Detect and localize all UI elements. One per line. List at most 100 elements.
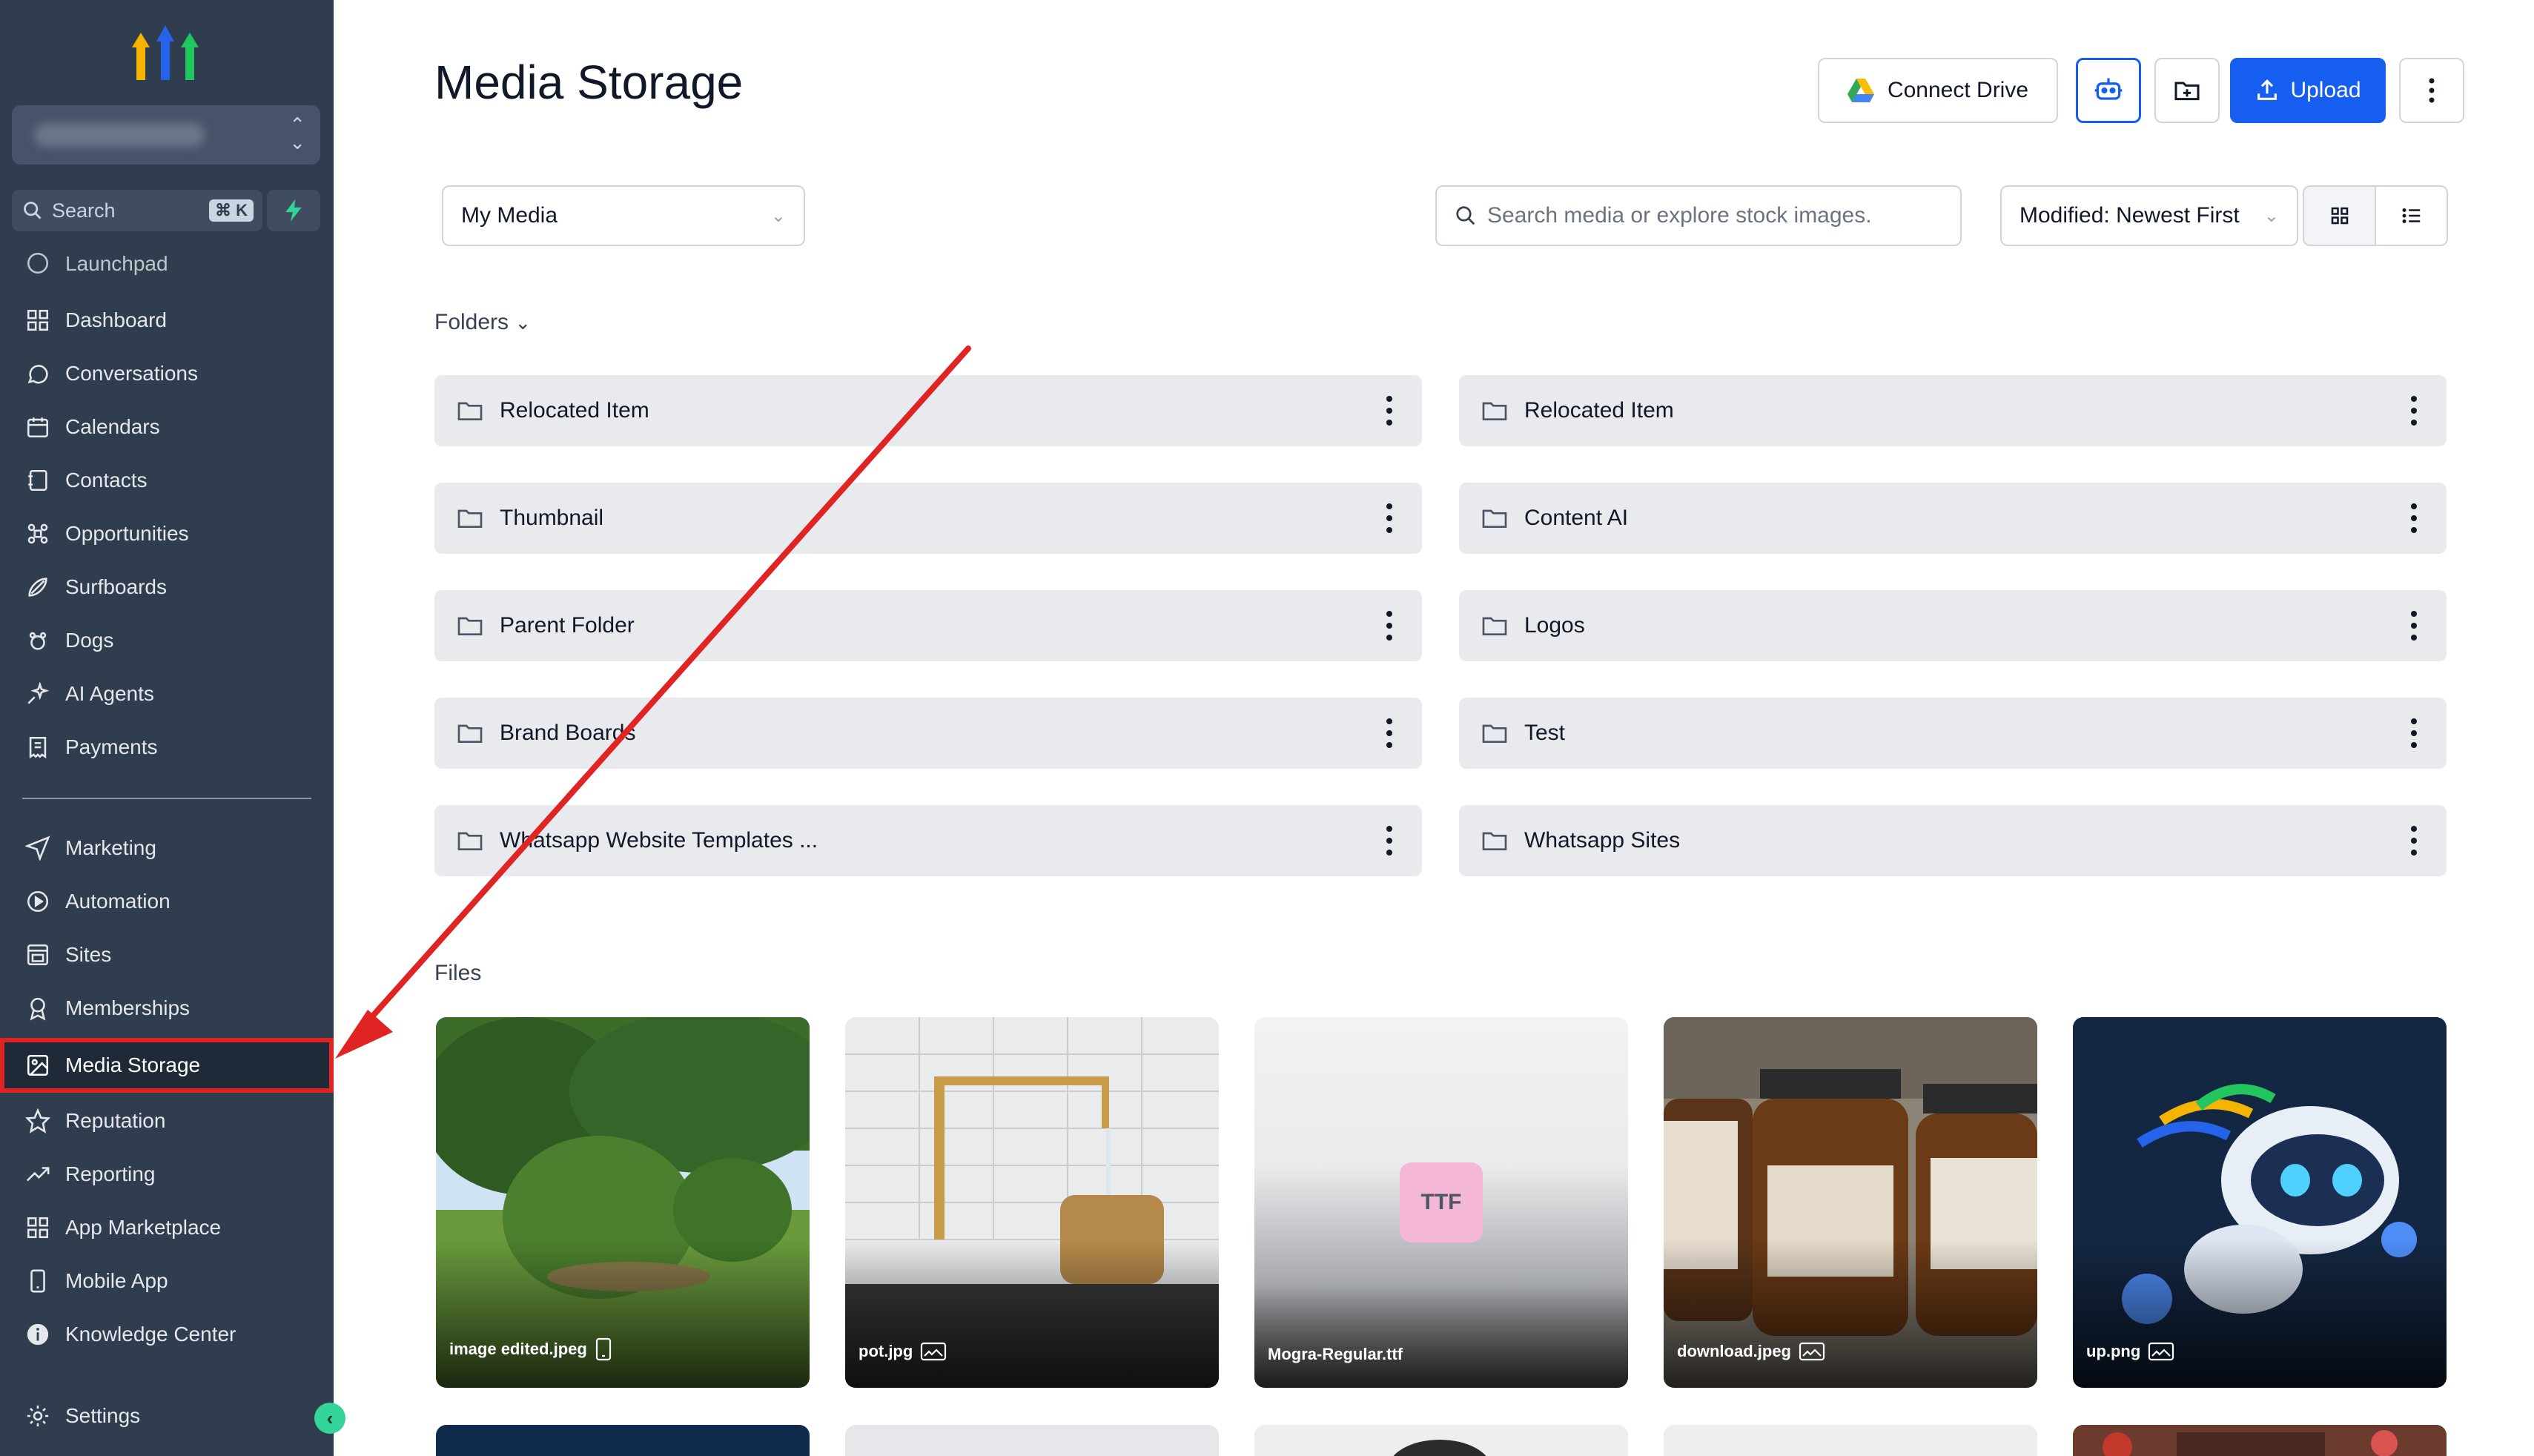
file-card[interactable]: up.png — [2073, 1017, 2447, 1388]
folder-icon — [457, 832, 483, 850]
calendar-icon — [27, 417, 49, 438]
sparkle-icon — [27, 681, 50, 704]
list-view-button[interactable] — [2376, 187, 2447, 245]
folder-name: Content AI — [1524, 506, 1629, 530]
sidebar-item-memberships[interactable]: Memberships — [0, 982, 334, 1035]
kebab-menu-icon[interactable] — [1385, 500, 1394, 536]
kebab-menu-icon[interactable] — [1385, 823, 1394, 858]
folder-item[interactable]: Relocated Item — [1459, 375, 2447, 446]
file-name-text: pot.jpg — [859, 1342, 913, 1360]
file-card[interactable]: image edited.jpeg — [436, 1017, 810, 1388]
sidebar-item-dogs[interactable]: Dogs — [0, 614, 334, 667]
sidebar-item-ai-agents[interactable]: AI Agents — [0, 667, 334, 721]
grid-view-button[interactable] — [2304, 187, 2376, 245]
file-card-partial[interactable] — [436, 1425, 810, 1456]
kebab-menu-icon[interactable] — [1385, 393, 1394, 428]
folders-toggle[interactable]: Folders ⌄ — [434, 310, 531, 335]
kebab-menu-icon[interactable] — [2409, 393, 2418, 428]
sidebar-item-opportunities[interactable]: Opportunities — [0, 507, 334, 560]
folder-item[interactable]: Test — [1459, 698, 2447, 769]
sidebar-item-knowledge-center[interactable]: Knowledge Center — [0, 1308, 334, 1361]
page-title: Media Storage — [434, 56, 744, 109]
folder-item[interactable]: Logos — [1459, 590, 2447, 661]
sidebar-item-reputation[interactable]: Reputation — [0, 1094, 334, 1148]
folder-item[interactable]: Thumbnail — [434, 483, 1422, 554]
file-card[interactable]: pot.jpg — [845, 1017, 1219, 1388]
sidebar-item-label: Marketing — [65, 836, 156, 859]
sidebar-item-automation[interactable]: Automation — [0, 875, 334, 928]
folder-item[interactable]: Parent Folder — [434, 590, 1422, 661]
kebab-menu-icon[interactable] — [2409, 823, 2418, 858]
folder-item[interactable]: Whatsapp Website Templates ... — [434, 805, 1422, 876]
folder-item[interactable]: Whatsapp Sites — [1459, 805, 2447, 876]
sidebar-item-payments[interactable]: Payments — [0, 721, 334, 774]
phone-icon — [30, 1269, 45, 1293]
ai-assistant-button[interactable] — [2076, 58, 2141, 123]
file-card-partial[interactable] — [2073, 1425, 2447, 1456]
folder-name: Relocated Item — [1524, 398, 1674, 423]
kebab-menu-icon[interactable] — [1385, 715, 1394, 751]
file-card-partial[interactable] — [1664, 1425, 2037, 1456]
file-card-partial[interactable] — [1254, 1425, 1628, 1456]
sidebar-item-reporting[interactable]: Reporting — [0, 1148, 334, 1201]
sort-select[interactable]: Modified: Newest First ⌄ — [2000, 185, 2298, 246]
sidebar-item-launchpad[interactable]: Launchpad — [0, 242, 334, 276]
sidebar-item-sites[interactable]: Sites — [0, 928, 334, 982]
upload-button[interactable]: Upload — [2230, 58, 2386, 123]
sidebar-item-label: Knowledge Center — [65, 1323, 236, 1346]
file-name: image edited.jpeg — [449, 1337, 612, 1361]
media-scope-select[interactable]: My Media ⌄ — [442, 185, 805, 246]
kebab-menu-icon[interactable] — [2409, 500, 2418, 536]
chevron-down-icon: ⌄ — [770, 205, 786, 226]
info-icon — [27, 1323, 49, 1346]
sidebar-item-calendars[interactable]: Calendars — [0, 400, 334, 454]
sidebar-item-conversations[interactable]: Conversations — [0, 347, 334, 400]
collapse-sidebar-button[interactable]: ‹ — [314, 1403, 345, 1434]
folder-icon — [1482, 509, 1507, 528]
send-icon — [25, 835, 50, 861]
sidebar-item-label: Calendars — [65, 415, 160, 438]
sidebar-item-dashboard[interactable]: Dashboard — [0, 294, 334, 347]
sidebar-search[interactable]: Search ⌘ K — [12, 190, 262, 231]
kebab-menu-icon[interactable] — [1385, 608, 1394, 643]
sidebar-item-label: Automation — [65, 890, 171, 913]
thumbnail-shade — [1254, 1284, 1628, 1388]
new-folder-button[interactable] — [2154, 58, 2220, 123]
kebab-menu-icon[interactable] — [2409, 608, 2418, 643]
folder-item[interactable]: Brand Boards — [434, 698, 1422, 769]
folder-item[interactable]: Content AI — [1459, 483, 2447, 554]
sidebar-item-surfboards[interactable]: Surfboards — [0, 560, 334, 614]
sidebar-item-mobile-app[interactable]: Mobile App — [0, 1254, 334, 1308]
folder-plus-icon — [2174, 82, 2200, 101]
file-name-text: image edited.jpeg — [449, 1340, 587, 1358]
upload-icon — [2257, 79, 2277, 100]
image-file-icon — [2148, 1342, 2174, 1361]
file-card[interactable]: TTF Mogra-Regular.ttf — [1254, 1017, 1628, 1388]
trend-icon — [26, 1167, 50, 1182]
kebab-menu-icon[interactable] — [2409, 715, 2418, 751]
sidebar-item-app-marketplace[interactable]: App Marketplace — [0, 1201, 334, 1254]
automation-icon — [27, 890, 49, 913]
media-search-input[interactable] — [1487, 203, 1947, 228]
sidebar-item-settings[interactable]: Settings — [0, 1389, 334, 1443]
sidebar-item-label: Contacts — [65, 469, 148, 492]
search-icon — [24, 202, 42, 219]
app-logo[interactable] — [132, 22, 199, 82]
file-card[interactable]: download.jpeg — [1664, 1017, 2037, 1388]
sidebar-item-marketing[interactable]: Marketing — [0, 821, 334, 875]
quick-action-button[interactable] — [267, 190, 320, 231]
account-switcher[interactable]: ⌃ ⌄ — [12, 105, 320, 165]
annotation-highlight-box — [0, 1038, 334, 1093]
more-options-button[interactable] — [2399, 58, 2464, 123]
robot-icon — [2094, 78, 2123, 100]
folder-item[interactable]: Relocated Item — [434, 375, 1422, 446]
file-card-partial[interactable] — [845, 1425, 1219, 1456]
connect-drive-button[interactable]: Connect Drive — [1818, 58, 2058, 123]
sidebar-item-contacts[interactable]: Contacts — [0, 454, 334, 507]
media-search[interactable] — [1435, 185, 1962, 246]
folder-icon — [1482, 832, 1507, 850]
thumbnail-shade — [1664, 1240, 2037, 1388]
thumbnail-shade — [2073, 1240, 2447, 1388]
media-scope-value: My Media — [461, 203, 558, 228]
folder-name: Logos — [1524, 613, 1585, 638]
